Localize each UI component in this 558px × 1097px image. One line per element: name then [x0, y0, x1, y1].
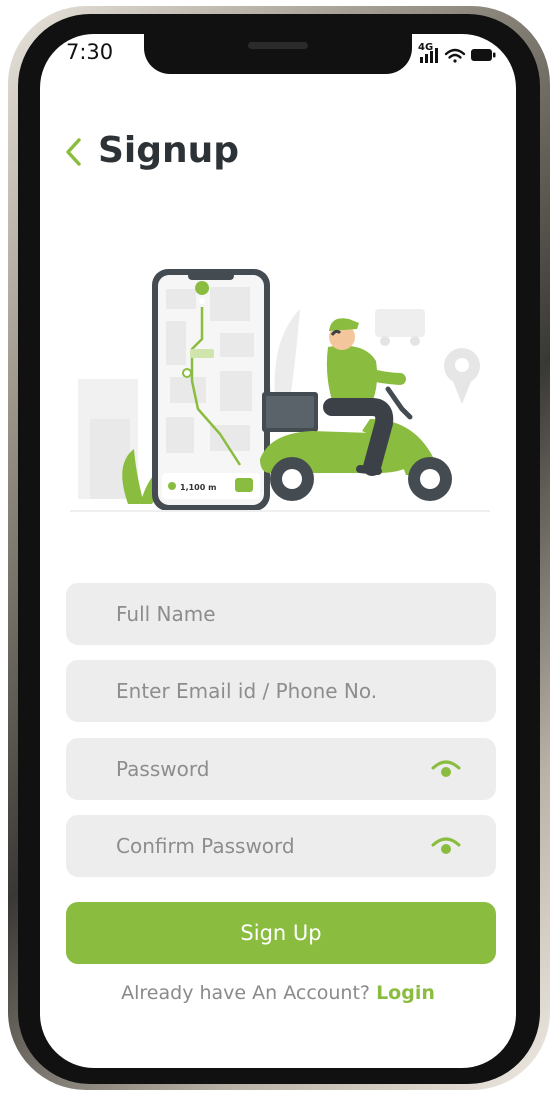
speaker-grille	[248, 42, 308, 49]
status-icons: 4G	[418, 40, 498, 66]
eye-icon[interactable]	[430, 755, 462, 783]
sign-up-button[interactable]: Sign Up	[66, 902, 496, 964]
phone-notch	[144, 34, 412, 74]
login-link[interactable]: Login	[376, 982, 435, 1004]
login-prompt-text: Already have An Account?	[121, 982, 371, 1004]
page-title: Signup	[98, 130, 240, 171]
status-time: 7:30	[66, 40, 114, 64]
password-field[interactable]	[66, 738, 496, 800]
confirm-password-field[interactable]	[66, 815, 496, 877]
full-name-input[interactable]	[114, 601, 448, 627]
chevron-left-icon[interactable]	[62, 136, 84, 168]
email-phone-field[interactable]	[66, 660, 496, 722]
distance-label: 1,100 m	[180, 483, 216, 492]
full-name-field[interactable]	[66, 583, 496, 645]
confirm-password-input[interactable]	[114, 833, 448, 859]
login-prompt: Already have An Account? Login	[40, 982, 516, 1004]
wifi-icon	[444, 48, 466, 63]
delivery-illustration: 1,100 m	[70, 269, 490, 512]
password-input[interactable]	[114, 756, 448, 782]
battery-icon	[471, 49, 496, 61]
email-phone-input[interactable]	[114, 678, 448, 704]
eye-icon[interactable]	[430, 832, 462, 860]
app-screen: 7:30 4G Signup 1,100 m Full Name Enter E…	[40, 34, 516, 1068]
